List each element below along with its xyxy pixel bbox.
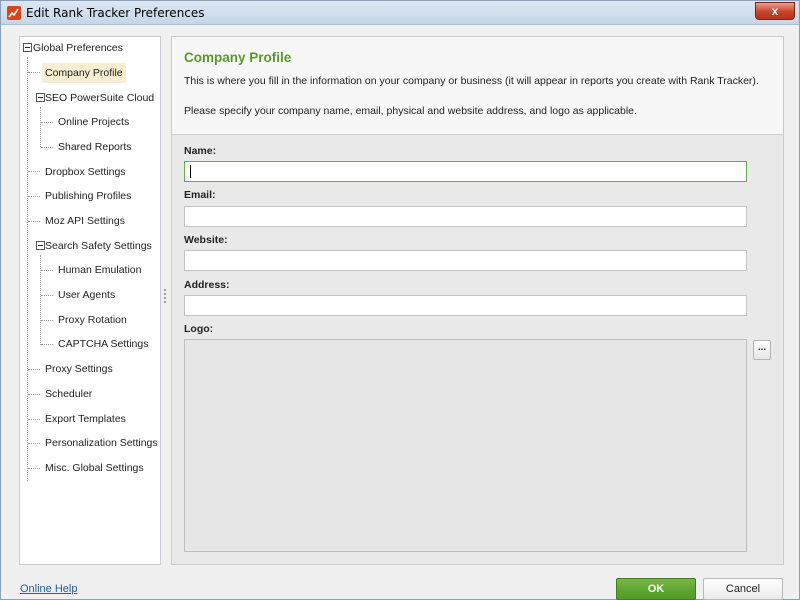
- preferences-tree: Global Preferences Company Profile SEO P…: [19, 36, 161, 565]
- tree-connector: [28, 369, 40, 370]
- tree-connector: [40, 255, 41, 345]
- instruction-text: Please specify your company name, email,…: [184, 105, 637, 117]
- description-text: This is where you fill in the informatio…: [184, 75, 759, 87]
- tree-item-export-templates[interactable]: Export Templates: [42, 409, 129, 429]
- tree-item-scheduler[interactable]: Scheduler: [42, 384, 95, 404]
- tree-connector: [28, 72, 40, 73]
- close-button[interactable]: x: [755, 2, 795, 20]
- tree-item-online-projects[interactable]: Online Projects: [55, 112, 132, 132]
- tree-connector: [28, 221, 40, 222]
- panel-header: Company Profile This is where you fill i…: [172, 37, 783, 135]
- tree-connector: [40, 107, 41, 147]
- tree-connector: [41, 270, 53, 271]
- tree-item-dropbox-settings[interactable]: Dropbox Settings: [42, 162, 129, 182]
- tree-item-personalization-settings[interactable]: Personalization Settings: [42, 433, 161, 453]
- logo-preview[interactable]: [184, 339, 747, 552]
- website-field[interactable]: [184, 250, 747, 271]
- close-icon: x: [771, 4, 779, 18]
- browse-logo-button[interactable]: ...: [753, 340, 771, 360]
- tree-item-captcha-settings[interactable]: CAPTCHA Settings: [55, 334, 151, 354]
- tree-item-misc-global-settings[interactable]: Misc. Global Settings: [42, 458, 147, 478]
- online-help-link[interactable]: Online Help: [20, 583, 77, 595]
- tree-item-global-preferences[interactable]: Global Preferences: [30, 38, 126, 58]
- tree-item-proxy-rotation[interactable]: Proxy Rotation: [55, 310, 130, 330]
- tree-item-shared-reports[interactable]: Shared Reports: [55, 137, 135, 157]
- website-label: Website:: [184, 234, 228, 246]
- tree-item-human-emulation[interactable]: Human Emulation: [55, 260, 144, 280]
- email-field[interactable]: [184, 206, 747, 227]
- address-field[interactable]: [184, 295, 747, 316]
- ok-button[interactable]: OK: [616, 578, 696, 600]
- tree-connector: [41, 122, 53, 123]
- cancel-button[interactable]: Cancel: [703, 578, 783, 600]
- logo-label: Logo:: [184, 323, 214, 335]
- tree-item-user-agents[interactable]: User Agents: [55, 285, 118, 305]
- tree-item-proxy-settings[interactable]: Proxy Settings: [42, 359, 116, 379]
- tree-connector: [28, 196, 40, 197]
- tree-item-company-profile[interactable]: Company Profile: [42, 63, 126, 83]
- tree-connector: [28, 443, 40, 444]
- tree-connector: [27, 57, 28, 481]
- tree-connector: [28, 171, 40, 172]
- tree-connector: [41, 320, 53, 321]
- tree-connector: [28, 468, 40, 469]
- name-field[interactable]: [184, 161, 747, 182]
- tree-connector: [41, 147, 53, 148]
- tree-item-search-safety-settings[interactable]: Search Safety Settings: [42, 236, 155, 256]
- email-label: Email:: [184, 189, 216, 201]
- tree-connector: [41, 344, 53, 345]
- tree-connector: [41, 295, 53, 296]
- settings-panel: Company Profile This is where you fill i…: [171, 36, 784, 565]
- page-title: Company Profile: [184, 50, 292, 65]
- text-cursor: [190, 165, 191, 178]
- preferences-window: Edit Rank Tracker Preferences x Global P…: [0, 0, 800, 600]
- tree-connector: [28, 394, 40, 395]
- splitter-handle[interactable]: [164, 289, 166, 303]
- tree-item-publishing-profiles[interactable]: Publishing Profiles: [42, 186, 134, 206]
- rank-tracker-icon: [7, 6, 21, 20]
- tree-item-moz-api-settings[interactable]: Moz API Settings: [42, 211, 128, 231]
- address-label: Address:: [184, 279, 230, 291]
- name-label: Name:: [184, 145, 217, 157]
- tree-connector: [28, 419, 40, 420]
- tree-item-seo-powersuite-cloud[interactable]: SEO PowerSuite Cloud: [42, 88, 157, 108]
- title-bar[interactable]: Edit Rank Tracker Preferences x: [1, 1, 799, 25]
- window-title: Edit Rank Tracker Preferences: [26, 6, 205, 20]
